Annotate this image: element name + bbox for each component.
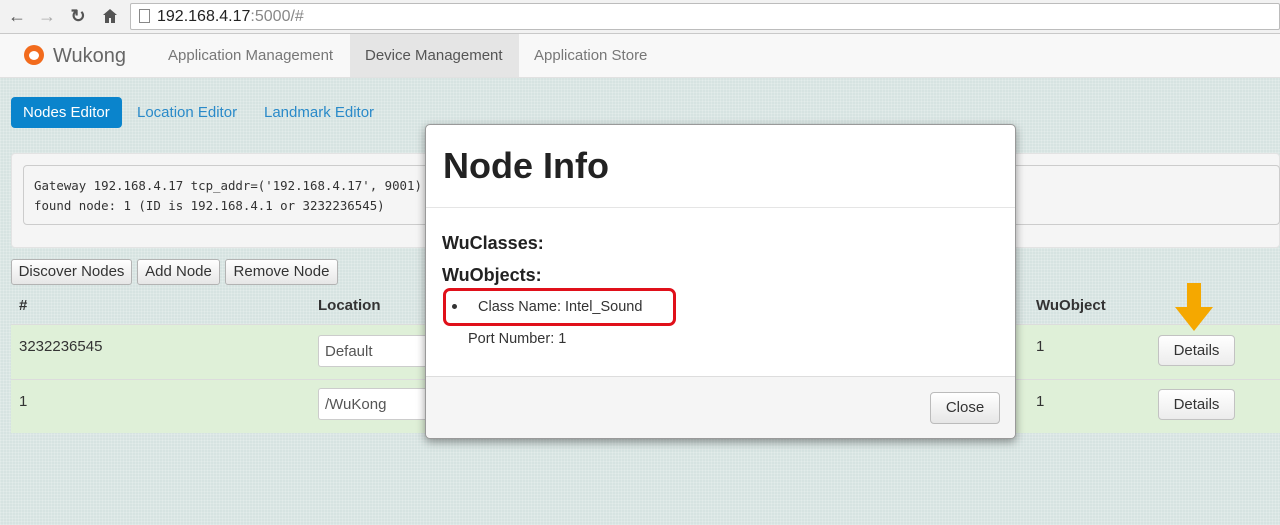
tab-landmark-editor[interactable]: Landmark Editor (252, 97, 386, 128)
brand-name: Wukong (53, 45, 127, 67)
page-icon (139, 9, 150, 23)
node-info-modal: Node Info WuClasses: WuObjects: Class Na… (425, 124, 1016, 439)
nav-tab-application-store[interactable]: Application Store (519, 34, 662, 77)
nav-tab-device-management[interactable]: Device Management (350, 34, 519, 77)
url-port-path: :5000/# (250, 8, 304, 25)
node-id: 3232236545 (19, 338, 103, 355)
modal-footer: Close (426, 376, 1015, 438)
home-icon[interactable] (99, 5, 121, 27)
wuobjects-heading: WuObjects: (442, 265, 542, 285)
details-button[interactable]: Details (1158, 335, 1235, 366)
column-header-location: Location (318, 297, 381, 314)
column-header-id: # (19, 297, 28, 314)
nav-tab-application-management[interactable]: Application Management (153, 34, 348, 77)
wuobject-count: 1 (1036, 338, 1045, 355)
close-button[interactable]: Close (930, 392, 1000, 424)
column-header-wuobject: WuObject (1036, 297, 1106, 314)
add-node-button[interactable]: Add Node (137, 259, 220, 285)
node-id: 1 (19, 393, 28, 410)
url-host: 192.168.4.17 (157, 8, 251, 25)
modal-divider (426, 207, 1015, 208)
down-arrow-annotation-icon (1175, 283, 1213, 331)
back-arrow-icon[interactable]: ← (6, 5, 28, 27)
list-bullet (452, 304, 457, 309)
wukong-logo-icon (24, 44, 44, 65)
reload-icon[interactable]: ↻ (67, 5, 89, 27)
forward-arrow-icon[interactable]: → (36, 5, 58, 27)
remove-node-button[interactable]: Remove Node (225, 259, 338, 285)
location-input[interactable] (318, 335, 438, 367)
tab-location-editor[interactable]: Location Editor (125, 97, 249, 128)
discover-nodes-button[interactable]: Discover Nodes (11, 259, 132, 285)
location-input[interactable] (318, 388, 438, 420)
class-name-text: Class Name: Intel_Sound (478, 299, 643, 315)
tab-nodes-editor[interactable]: Nodes Editor (11, 97, 122, 128)
brand-link[interactable]: Wukong (24, 34, 126, 78)
app-navbar: Wukong Application Management Device Man… (0, 34, 1280, 78)
browser-toolbar: ← → ↻ 192.168.4.17:5000/# (0, 0, 1280, 34)
wuobject-count: 1 (1036, 393, 1045, 410)
details-button[interactable]: Details (1158, 389, 1235, 420)
modal-title: Node Info (443, 145, 609, 186)
port-number-text: Port Number: 1 (468, 331, 567, 347)
wuclasses-heading: WuClasses: (442, 233, 544, 253)
address-bar[interactable]: 192.168.4.17:5000/# (130, 3, 1280, 30)
